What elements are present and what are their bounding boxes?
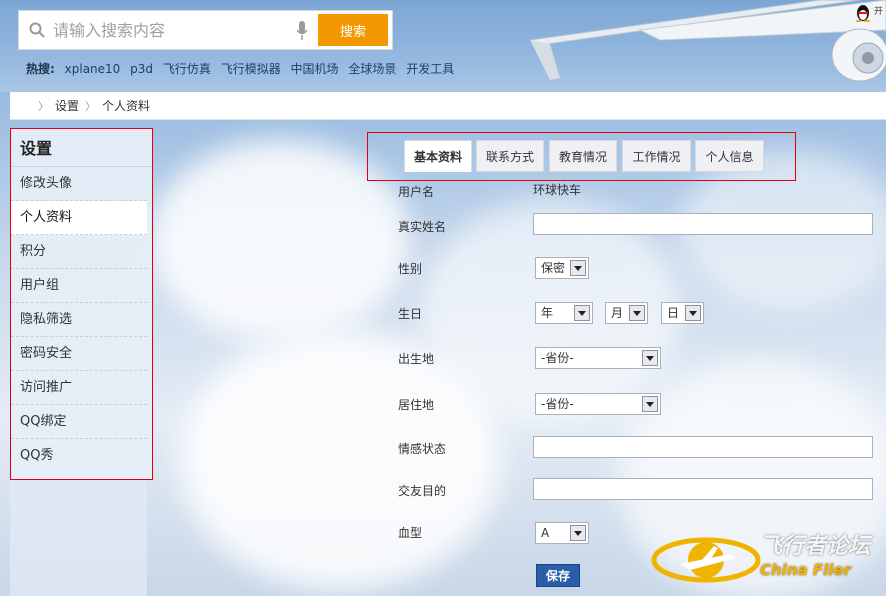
sidebar-item-qq-bind[interactable]: QQ绑定 [11, 405, 147, 439]
chevron-down-icon [570, 260, 586, 276]
purpose-label: 交友目的 [398, 484, 447, 498]
search-box: 搜索 [18, 10, 393, 50]
relationship-label: 情感状态 [398, 442, 447, 456]
birthplace-label: 出生地 [398, 352, 435, 366]
site-header: 搜索 热搜: xplane10 p3d 飞行仿真 飞行模拟器 中国机场 全球场景… [0, 0, 886, 92]
gender-value: 保密 [541, 261, 566, 275]
sidebar-item-privacy[interactable]: 隐私筛选 [11, 303, 147, 337]
realname-input[interactable] [533, 213, 873, 235]
birthday-label: 生日 [398, 307, 423, 321]
settings-sidebar: 设置 修改头像 个人资料 积分 用户组 隐私筛选 密码安全 访问推广 QQ绑定 … [10, 128, 153, 480]
sidebar-item-promotion[interactable]: 访问推广 [11, 371, 147, 405]
hot-link[interactable]: 开发工具 [406, 62, 454, 76]
birth-month-value: 月 [611, 306, 624, 320]
hot-link[interactable]: 全球场景 [348, 62, 396, 76]
sidebar-item-usergroup[interactable]: 用户组 [11, 269, 147, 303]
hot-link[interactable]: xplane10 [65, 62, 121, 76]
tab-contact[interactable]: 联系方式 [476, 140, 544, 172]
birth-year-value: 年 [541, 306, 554, 320]
sidebar-background [10, 480, 147, 596]
sidebar-item-qq-show[interactable]: QQ秀 [11, 439, 147, 473]
birth-day-select[interactable]: 日 [661, 302, 704, 324]
relationship-input[interactable] [533, 436, 873, 458]
birth-year-select[interactable]: 年 [535, 302, 593, 324]
birthplace-select[interactable]: -省份- [535, 347, 661, 369]
breadcrumb-separator-icon: 〉 [85, 100, 97, 113]
hot-label: 热搜: [26, 62, 55, 76]
save-button[interactable]: 保存 [536, 564, 580, 587]
sidebar-item-credits[interactable]: 积分 [11, 235, 147, 269]
qq-penguin-icon[interactable] [855, 4, 871, 22]
profile-tabs: 基本资料 联系方式 教育情况 工作情况 个人信息 [367, 132, 796, 181]
qq-text[interactable]: 开 [874, 4, 883, 17]
chevron-down-icon [574, 305, 590, 321]
breadcrumb-item[interactable]: 设置 [55, 99, 79, 113]
breadcrumb-separator-icon: 〉 [38, 100, 49, 113]
gender-label: 性别 [398, 262, 423, 276]
hot-link[interactable]: 中国机场 [291, 62, 339, 76]
residence-select[interactable]: -省份- [535, 393, 661, 415]
airplane-graphic [528, 0, 886, 82]
sidebar-title: 设置 [11, 129, 152, 167]
search-input[interactable] [53, 16, 303, 44]
search-icon [29, 22, 45, 38]
microphone-icon[interactable] [296, 21, 308, 41]
tab-basic[interactable]: 基本资料 [404, 140, 472, 172]
bloodtype-label: 血型 [398, 526, 423, 540]
username-label: 用户名 [398, 185, 435, 199]
tab-personal[interactable]: 个人信息 [695, 140, 764, 172]
residence-label: 居住地 [398, 398, 435, 412]
hot-searches: 热搜: xplane10 p3d 飞行仿真 飞行模拟器 中国机场 全球场景 开发… [26, 60, 454, 77]
breadcrumb: 〉设置〉个人资料 [10, 92, 886, 120]
breadcrumb-item: 个人资料 [102, 99, 151, 113]
tab-education[interactable]: 教育情况 [549, 140, 617, 172]
birth-day-value: 日 [667, 306, 680, 320]
tab-work[interactable]: 工作情况 [622, 140, 691, 172]
chevron-down-icon [629, 305, 645, 321]
chevron-down-icon [642, 350, 658, 366]
search-button[interactable]: 搜索 [318, 14, 388, 46]
birthplace-value: -省份- [541, 351, 574, 365]
hot-link[interactable]: 飞行模拟器 [221, 62, 281, 76]
chevron-down-icon [685, 305, 701, 321]
watermark-cn: 飞行者论坛 [760, 534, 871, 559]
birth-month-select[interactable]: 月 [605, 302, 648, 324]
sidebar-item-profile[interactable]: 个人资料 [11, 201, 147, 235]
chevron-down-icon [642, 396, 658, 412]
sidebar-item-password[interactable]: 密码安全 [11, 337, 147, 371]
realname-label: 真实姓名 [398, 220, 447, 234]
hot-link[interactable]: 飞行仿真 [163, 62, 211, 76]
gender-select[interactable]: 保密 [535, 257, 589, 279]
watermark-en: China Flier [760, 561, 851, 579]
hot-link[interactable]: p3d [130, 62, 153, 76]
bloodtype-select[interactable]: A [535, 522, 589, 544]
bloodtype-value: A [541, 526, 550, 540]
chevron-down-icon [570, 525, 586, 541]
purpose-input[interactable] [533, 478, 873, 500]
sidebar-item-avatar[interactable]: 修改头像 [11, 167, 147, 201]
username-value: 环球快车 [533, 183, 582, 197]
residence-value: -省份- [541, 397, 574, 411]
